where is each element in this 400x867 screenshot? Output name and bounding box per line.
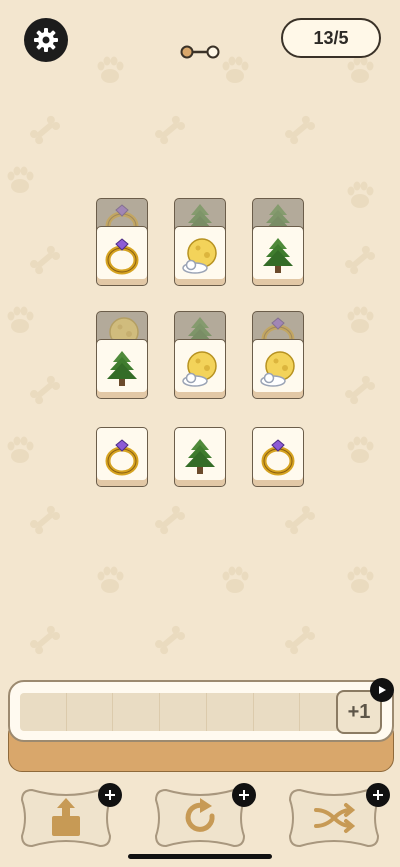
ring-icon [253,428,303,476]
tile-ring[interactable] [96,427,148,487]
tray-slot [254,693,301,731]
tile-tree[interactable] [252,226,304,286]
home-indicator [128,854,272,859]
tray-slot [67,693,114,731]
tray-slot [113,693,161,731]
tree-icon [253,227,303,275]
tree-icon [175,428,225,476]
add-shuffle-icon[interactable] [366,783,390,807]
tray-slot [207,693,254,731]
two-node-progress-icon [180,45,220,59]
gear-icon [34,28,58,52]
tile-tree[interactable] [96,339,148,399]
ring-icon [97,227,147,275]
level-counter: 13/5 [281,18,381,58]
add-undo-icon[interactable] [232,783,256,807]
tile-tree[interactable] [174,427,226,487]
tree-icon [97,340,147,388]
tile-moon[interactable] [174,226,226,286]
extra-slot-label: +1 [347,700,371,723]
ring-icon [97,428,147,476]
moon-icon [253,340,303,388]
tray-slot [160,693,207,731]
tile-moon[interactable] [252,339,304,399]
tile-moon[interactable] [174,339,226,399]
add-undo-out-icon[interactable] [98,783,122,807]
tile-ring[interactable] [96,226,148,286]
settings-button[interactable] [24,18,68,62]
tray-slot [20,693,67,731]
play-icon[interactable] [370,678,394,702]
tray-slots [20,693,346,731]
level-counter-text: 13/5 [313,27,349,48]
tile-ring[interactable] [252,427,304,487]
moon-icon [175,340,225,388]
moon-icon [175,227,225,275]
